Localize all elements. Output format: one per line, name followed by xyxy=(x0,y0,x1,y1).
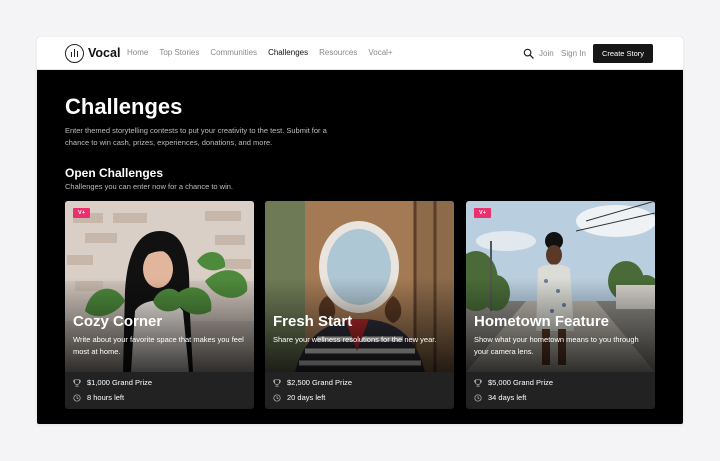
prize-row: $1,000 Grand Prize xyxy=(73,378,152,387)
prize-text: $1,000 Grand Prize xyxy=(87,378,153,387)
trophy-icon xyxy=(73,378,81,387)
join-link[interactable]: Join xyxy=(539,49,554,58)
search-icon[interactable] xyxy=(523,48,534,59)
create-story-button[interactable]: Create Story xyxy=(593,44,653,63)
vocal-plus-badge: V+ xyxy=(73,208,90,218)
main-menu: Home Top Stories Communities Challenges … xyxy=(127,48,393,57)
trophy-icon xyxy=(474,378,482,387)
challenge-card-fresh-start[interactable]: Fresh Start Share your wellness resoluti… xyxy=(265,201,454,409)
challenge-card-cozy-corner[interactable]: V+ Cozy Corner Write about your favorite… xyxy=(65,201,254,409)
time-left-text: 34 days left xyxy=(488,393,527,402)
prize-row: $5,000 Grand Prize xyxy=(474,378,553,387)
time-left-text: 20 days left xyxy=(287,393,326,402)
brand-name[interactable]: Vocal xyxy=(88,46,120,60)
top-nav: Vocal Home Top Stories Communities Chall… xyxy=(37,37,683,70)
time-row: 8 hours left xyxy=(73,393,124,402)
challenge-image: V+ Cozy Corner Write about your favorite… xyxy=(65,201,254,372)
section-title: Open Challenges xyxy=(65,166,164,180)
sign-in-link[interactable]: Sign In xyxy=(561,49,586,58)
nav-item-communities[interactable]: Communities xyxy=(210,48,257,57)
nav-item-home[interactable]: Home xyxy=(127,48,148,57)
time-row: 34 days left xyxy=(474,393,526,402)
prize-text: $2,500 Grand Prize xyxy=(287,378,353,387)
time-row: 20 days left xyxy=(273,393,325,402)
challenge-description: Show what your hometown means to you thr… xyxy=(474,335,639,356)
challenge-image: V+ Hometown Feature Show what your homet… xyxy=(466,201,655,372)
nav-item-resources[interactable]: Resources xyxy=(319,48,357,57)
nav-item-challenges[interactable]: Challenges xyxy=(268,48,308,57)
nav-item-top-stories[interactable]: Top Stories xyxy=(159,48,199,57)
vocal-plus-badge: V+ xyxy=(474,208,491,218)
challenge-title: Fresh Start xyxy=(273,313,353,330)
prize-row: $2,500 Grand Prize xyxy=(273,378,352,387)
prize-text: $5,000 Grand Prize xyxy=(488,378,554,387)
clock-icon xyxy=(73,393,81,402)
challenge-image: Fresh Start Share your wellness resoluti… xyxy=(265,201,454,372)
clock-icon xyxy=(273,393,281,402)
clock-icon xyxy=(474,393,482,402)
nav-item-vocal-plus[interactable]: Vocal+ xyxy=(368,48,392,57)
app-window: Vocal Home Top Stories Communities Chall… xyxy=(37,37,683,424)
challenge-card-hometown-feature[interactable]: V+ Hometown Feature Show what your homet… xyxy=(466,201,655,409)
section-subtitle: Challenges you can enter now for a chanc… xyxy=(65,182,234,191)
challenge-description: Write about your favorite space that mak… xyxy=(73,335,244,356)
vocal-logo-icon[interactable] xyxy=(65,44,84,63)
trophy-icon xyxy=(273,378,281,387)
time-left-text: 8 hours left xyxy=(87,393,125,402)
page-description: Enter themed storytelling contests to pu… xyxy=(65,126,327,147)
challenge-title: Hometown Feature xyxy=(474,313,610,330)
challenge-description: Share your wellness resolutions for the … xyxy=(273,335,437,344)
page-title: Challenges xyxy=(65,94,183,119)
challenge-title: Cozy Corner xyxy=(73,313,163,330)
